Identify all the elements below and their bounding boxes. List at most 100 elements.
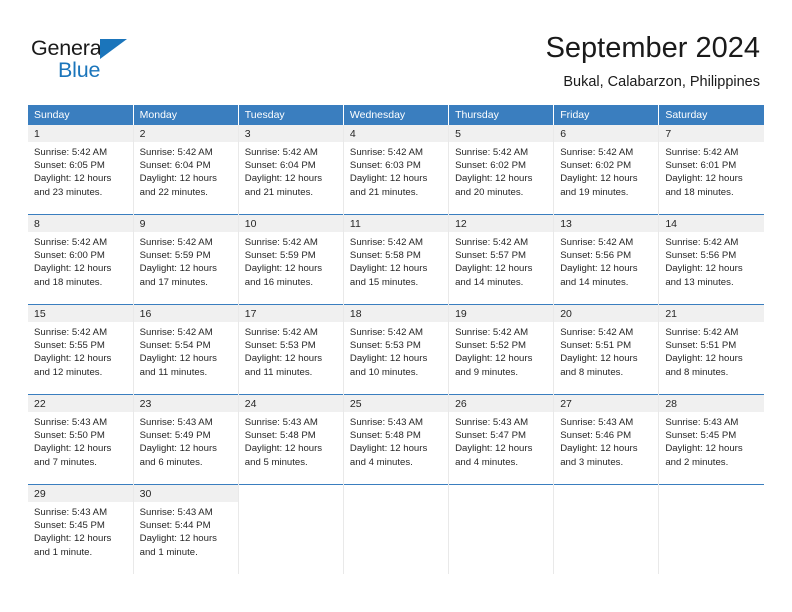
calendar-cell-day-9[interactable]: 9 Sunrise: 5:42 AM Sunset: 5:59 PM Daylight…	[133, 214, 239, 305]
page-header: General Blue September 2024 Bukal, Calab…	[0, 0, 792, 100]
day-sun-info: Sunrise: 5:42 AM Sunset: 5:59 PM Daylight:…	[134, 232, 238, 289]
day-sun-info: Sunrise: 5:42 AM Sunset: 6:04 PM Daylight:…	[134, 142, 238, 199]
day-sunset-text: Sunset: 5:49 PM	[139, 430, 211, 442]
day-cell: 2 Sunrise: 5:42 AM Sunset: 6:04 PM Daylight…	[133, 125, 238, 214]
calendar-cell-day-10[interactable]: 10 Sunrise: 5:42 AM Sunset: 5:59 PM Dayligh…	[238, 214, 344, 305]
calendar-cell-day-30[interactable]: 30 Sunrise: 5:43 AM Sunset: 5:44 PM Dayligh…	[133, 484, 239, 574]
day-sun-info: Sunrise: 5:43 AM Sunset: 5:44 PM Daylight:…	[134, 502, 238, 559]
calendar-cell-day-14[interactable]: 14 Sunrise: 5:42 AM Sunset: 5:56 PM Dayligh…	[658, 214, 764, 305]
day-number: 14	[659, 215, 764, 232]
day-sunrise-text: Sunrise: 5:42 AM	[560, 237, 634, 248]
calendar-cell-day-6[interactable]: 6 Sunrise: 5:42 AM Sunset: 6:02 PM Daylight…	[553, 125, 660, 215]
calendar-cell-day-21[interactable]: 21 Sunrise: 5:42 AM Sunset: 5:51 PM Dayligh…	[658, 304, 764, 395]
day-sunrise-text: Sunrise: 5:42 AM	[560, 147, 634, 158]
calendar-cell-day-8[interactable]: 8 Sunrise: 5:42 AM Sunset: 6:00 PM Daylight…	[28, 214, 134, 305]
calendar-page: General Blue September 2024 Bukal, Calab…	[0, 0, 792, 612]
calendar-cell-day-22[interactable]: 22 Sunrise: 5:43 AM Sunset: 5:50 PM Dayligh…	[28, 394, 134, 485]
calendar-cell-day-28[interactable]: 28 Sunrise: 5:43 AM Sunset: 5:45 PM Dayligh…	[658, 394, 764, 485]
day-sun-info: Sunrise: 5:42 AM Sunset: 6:03 PM Daylight:…	[344, 142, 448, 199]
calendar-cell-day-23[interactable]: 23 Sunrise: 5:43 AM Sunset: 5:49 PM Dayligh…	[133, 394, 239, 485]
calendar-cell-day-20[interactable]: 20 Sunrise: 5:42 AM Sunset: 5:51 PM Dayligh…	[553, 304, 660, 395]
day-sunrise-text: Sunrise: 5:42 AM	[244, 237, 318, 248]
day-sunset-text: Sunset: 6:02 PM	[455, 160, 526, 172]
day-daylight2-text: and 5 minutes.	[244, 456, 308, 468]
day-daylight1-text: Daylight: 12 hours	[139, 263, 217, 275]
day-sun-info: Sunrise: 5:42 AM Sunset: 5:59 PM Daylight:…	[239, 232, 343, 289]
day-sun-info: Sunrise: 5:42 AM Sunset: 6:01 PM Daylight:…	[659, 142, 764, 199]
day-sunset-text: Sunset: 5:59 PM	[139, 250, 211, 262]
day-sun-info	[659, 502, 764, 506]
day-cell: 11 Sunrise: 5:42 AM Sunset: 5:58 PM Dayligh…	[343, 215, 449, 304]
calendar-cell-day-5[interactable]: 5 Sunrise: 5:42 AM Sunset: 6:02 PM Daylight…	[448, 125, 555, 215]
calendar-cell-day-15[interactable]: 15 Sunrise: 5:42 AM Sunset: 5:55 PM Dayligh…	[28, 304, 134, 395]
weekday-header: Sunday Monday Tuesday Wednesday Thursday Frid…	[28, 105, 764, 125]
day-sunrise-text: Sunrise: 5:42 AM	[139, 237, 213, 248]
day-sun-info	[239, 502, 343, 506]
day-cell: 27 Sunrise: 5:43 AM Sunset: 5:46 PM Dayligh…	[554, 395, 659, 484]
day-sun-info: Sunrise: 5:42 AM Sunset: 5:52 PM Daylight:…	[449, 322, 553, 379]
day-daylight2-text: and 2 minutes.	[665, 456, 729, 468]
day-daylight2-text: and 7 minutes.	[34, 456, 97, 468]
day-cell: 7 Sunrise: 5:42 AM Sunset: 6:01 PM Daylight…	[659, 125, 764, 214]
day-sun-info: Sunrise: 5:42 AM Sunset: 5:56 PM Daylight:…	[554, 232, 658, 289]
calendar-cell-day-3[interactable]: 3 Sunrise: 5:42 AM Sunset: 6:04 PM Daylight…	[238, 125, 344, 215]
day-daylight2-text: and 21 minutes.	[349, 186, 419, 198]
calendar-cell-day-13[interactable]: 13 Sunrise: 5:42 AM Sunset: 5:56 PM Dayligh…	[553, 214, 660, 305]
day-sunrise-text: Sunrise: 5:42 AM	[455, 327, 529, 338]
calendar-cell-day-26[interactable]: 26 Sunrise: 5:43 AM Sunset: 5:47 PM Dayligh…	[448, 394, 555, 485]
day-sunset-text: Sunset: 5:56 PM	[560, 250, 632, 262]
calendar-cell-day-19[interactable]: 19 Sunrise: 5:42 AM Sunset: 5:52 PM Dayligh…	[448, 304, 555, 395]
day-sun-info: Sunrise: 5:42 AM Sunset: 6:05 PM Daylight:…	[28, 142, 133, 199]
day-sunrise-text: Sunrise: 5:42 AM	[665, 237, 739, 248]
day-sunrise-text: Sunrise: 5:42 AM	[665, 327, 739, 338]
day-number: 27	[554, 395, 659, 412]
day-number: 29	[28, 485, 133, 502]
calendar-cell-day-2[interactable]: 2 Sunrise: 5:42 AM Sunset: 6:04 PM Daylight…	[133, 125, 239, 215]
day-cell	[554, 485, 658, 574]
day-cell	[449, 485, 553, 574]
day-sunrise-text: Sunrise: 5:43 AM	[665, 417, 739, 428]
day-sunset-text: Sunset: 5:44 PM	[139, 520, 211, 532]
calendar-cell-day-27[interactable]: 27 Sunrise: 5:43 AM Sunset: 5:46 PM Dayligh…	[553, 394, 660, 485]
day-sunset-text: Sunset: 6:05 PM	[34, 160, 105, 172]
calendar-cell-day-16[interactable]: 16 Sunrise: 5:42 AM Sunset: 5:54 PM Dayligh…	[133, 304, 239, 395]
day-sunrise-text: Sunrise: 5:42 AM	[349, 237, 423, 248]
general-blue-logo[interactable]: General Blue	[31, 36, 151, 84]
logo-triangle-icon	[100, 39, 127, 59]
calendar-cell-day-24[interactable]: 24 Sunrise: 5:43 AM Sunset: 5:48 PM Dayligh…	[238, 394, 344, 485]
day-cell: 9 Sunrise: 5:42 AM Sunset: 5:59 PM Daylight…	[133, 215, 238, 304]
day-number: 6	[554, 125, 659, 142]
day-sunset-text: Sunset: 5:50 PM	[34, 430, 105, 442]
day-daylight1-text: Daylight: 12 hours	[34, 443, 112, 455]
day-sunrise-text: Sunrise: 5:42 AM	[349, 147, 423, 158]
calendar-cell-day-1[interactable]: 1 Sunrise: 5:42 AM Sunset: 6:05 PM Daylight…	[28, 125, 134, 215]
day-number: 9	[133, 215, 238, 232]
day-sunset-text: Sunset: 5:46 PM	[560, 430, 632, 442]
calendar-table: Sunday Monday Tuesday Wednesday Thursday Frid…	[28, 105, 764, 574]
calendar-cell-day-4[interactable]: 4 Sunrise: 5:42 AM Sunset: 6:03 PM Daylight…	[343, 125, 450, 215]
day-cell: 14 Sunrise: 5:42 AM Sunset: 5:56 PM Dayligh…	[659, 215, 764, 304]
day-cell: 4 Sunrise: 5:42 AM Sunset: 6:03 PM Daylight…	[343, 125, 449, 214]
calendar-cell-empty	[238, 484, 344, 574]
calendar-cell-day-7[interactable]: 7 Sunrise: 5:42 AM Sunset: 6:01 PM Daylight…	[659, 125, 764, 215]
day-sun-info: Sunrise: 5:42 AM Sunset: 5:51 PM Daylight:…	[554, 322, 658, 379]
day-cell: 10 Sunrise: 5:42 AM Sunset: 5:59 PM Dayligh…	[238, 215, 343, 304]
day-number: 7	[659, 125, 764, 142]
day-sun-info: Sunrise: 5:43 AM Sunset: 5:48 PM Daylight:…	[344, 412, 448, 469]
calendar-week-row: 15 Sunrise: 5:42 AM Sunset: 5:55 PM Dayligh…	[28, 304, 764, 395]
calendar-cell-day-29[interactable]: 29 Sunrise: 5:43 AM Sunset: 5:45 PM Dayligh…	[28, 484, 134, 574]
day-sunrise-text: Sunrise: 5:43 AM	[560, 417, 634, 428]
calendar-cell-day-17[interactable]: 17 Sunrise: 5:42 AM Sunset: 5:53 PM Dayligh…	[238, 304, 344, 395]
calendar-week-row: 22 Sunrise: 5:43 AM Sunset: 5:50 PM Dayligh…	[28, 394, 764, 485]
day-number: 8	[28, 215, 133, 232]
calendar-cell-day-18[interactable]: 18 Sunrise: 5:42 AM Sunset: 5:53 PM Dayligh…	[343, 304, 450, 395]
calendar-cell-day-11[interactable]: 11 Sunrise: 5:42 AM Sunset: 5:58 PM Dayligh…	[343, 214, 450, 305]
calendar-cell-day-25[interactable]: 25 Sunrise: 5:43 AM Sunset: 5:48 PM Dayligh…	[343, 394, 450, 485]
day-cell: 22 Sunrise: 5:43 AM Sunset: 5:50 PM Dayligh…	[28, 395, 133, 484]
day-daylight1-text: Daylight: 12 hours	[560, 443, 638, 455]
day-daylight2-text: and 20 minutes.	[455, 186, 524, 198]
day-daylight2-text: and 22 minutes.	[139, 186, 208, 198]
calendar-cell-day-12[interactable]: 12 Sunrise: 5:42 AM Sunset: 5:57 PM Dayligh…	[448, 214, 555, 305]
day-cell: 13 Sunrise: 5:42 AM Sunset: 5:56 PM Dayligh…	[554, 215, 659, 304]
day-sunrise-text: Sunrise: 5:42 AM	[244, 327, 318, 338]
